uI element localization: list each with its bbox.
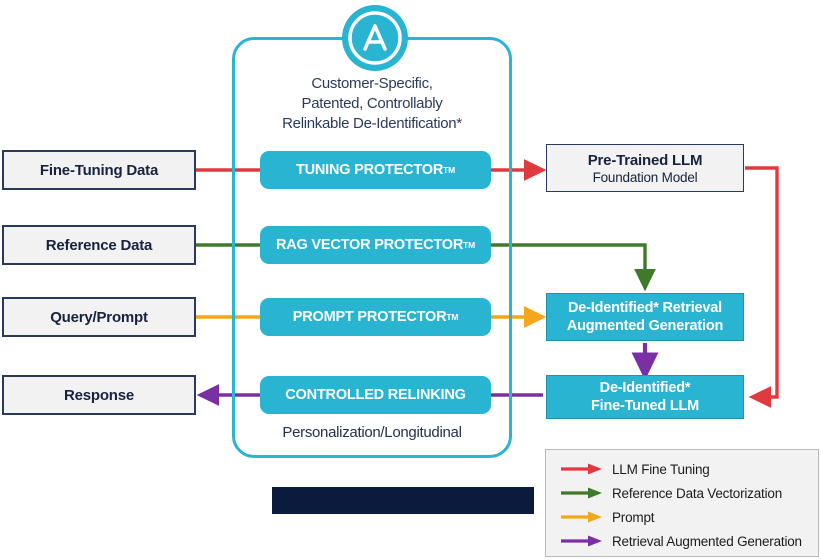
pill-controlled-relinking[interactable]: CONTROLLED RELINKING <box>260 376 491 414</box>
legend: LLM Fine Tuning Reference Data Vectoriza… <box>545 449 819 557</box>
box-title-line-2: Fine-Tuned LLM <box>590 398 700 414</box>
diagram-canvas: Customer-Specific, Patented, Controllabl… <box>0 0 821 560</box>
caption-line-2: Patented, Controllably <box>301 94 443 112</box>
legend-item-llm-fine-tuning: LLM Fine Tuning <box>560 457 818 481</box>
input-label: Response <box>63 386 135 404</box>
caption-line-3: Relinkable De-Identification* <box>282 114 462 132</box>
container-caption: Customer-Specific, Patented, Controllabl… <box>232 74 512 133</box>
pill-tuning-protector[interactable]: TUNING PROTECTOR TM <box>260 151 491 189</box>
box-title-line-1: De-Identified* <box>599 379 691 396</box>
input-label: Fine-Tuning Data <box>39 161 159 179</box>
container-footer-caption: Personalization/Longitudinal <box>282 424 462 441</box>
legend-label: Retrieval Augmented Generation <box>612 533 802 549</box>
input-box-response[interactable]: Response <box>2 375 196 415</box>
flow-red-loop <box>745 166 779 408</box>
redacted-logo-bar <box>272 487 534 514</box>
legend-item-prompt: Prompt <box>560 505 818 529</box>
input-box-query-prompt[interactable]: Query/Prompt <box>2 297 196 337</box>
pill-prompt-protector[interactable]: PROMPT PROTECTOR TM <box>260 298 491 336</box>
input-label: Query/Prompt <box>50 308 148 326</box>
box-title-line-1: De-Identified* Retrieval <box>568 299 722 316</box>
pill-label: TUNING PROTECTOR <box>295 162 444 178</box>
legend-arrow-icon <box>561 511 602 523</box>
pill-rag-vector-protector[interactable]: RAG VECTOR PROTECTOR TM <box>260 226 491 264</box>
input-box-fine-tuning-data[interactable]: Fine-Tuning Data <box>2 150 196 190</box>
box-subtitle: Foundation Model <box>592 169 698 185</box>
legend-item-retrieval-augmented-generation: Retrieval Augmented Generation <box>560 529 818 553</box>
box-title-line-2: Augmented Generation <box>566 318 724 334</box>
box-pre-trained-llm[interactable]: Pre-Trained LLM Foundation Model <box>546 144 744 192</box>
input-label: Reference Data <box>45 236 153 254</box>
legend-label: Prompt <box>612 509 655 525</box>
caption-line-1: Customer-Specific, <box>311 75 433 92</box>
legend-arrow-icon <box>561 535 602 547</box>
input-box-reference-data[interactable]: Reference Data <box>2 225 196 265</box>
flow-green-to-rag <box>490 243 656 292</box>
box-de-identified-rag[interactable]: De-Identified* Retrieval Augmented Gener… <box>546 293 744 341</box>
pill-label: CONTROLLED RELINKING <box>285 387 466 403</box>
legend-label: LLM Fine Tuning <box>612 461 710 477</box>
pill-label: PROMPT PROTECTOR <box>292 309 447 325</box>
brand-logo-icon <box>342 5 408 71</box>
legend-arrow-icon <box>561 487 602 499</box>
box-de-identified-fine-tuned-llm[interactable]: De-Identified* Fine-Tuned LLM <box>546 375 744 419</box>
box-title: Pre-Trained LLM <box>587 151 703 169</box>
legend-arrow-icon <box>561 463 602 475</box>
pill-label: RAG VECTOR PROTECTOR <box>275 237 464 253</box>
legend-item-reference-data-vectorization: Reference Data Vectorization <box>560 481 818 505</box>
legend-label: Reference Data Vectorization <box>612 485 782 501</box>
